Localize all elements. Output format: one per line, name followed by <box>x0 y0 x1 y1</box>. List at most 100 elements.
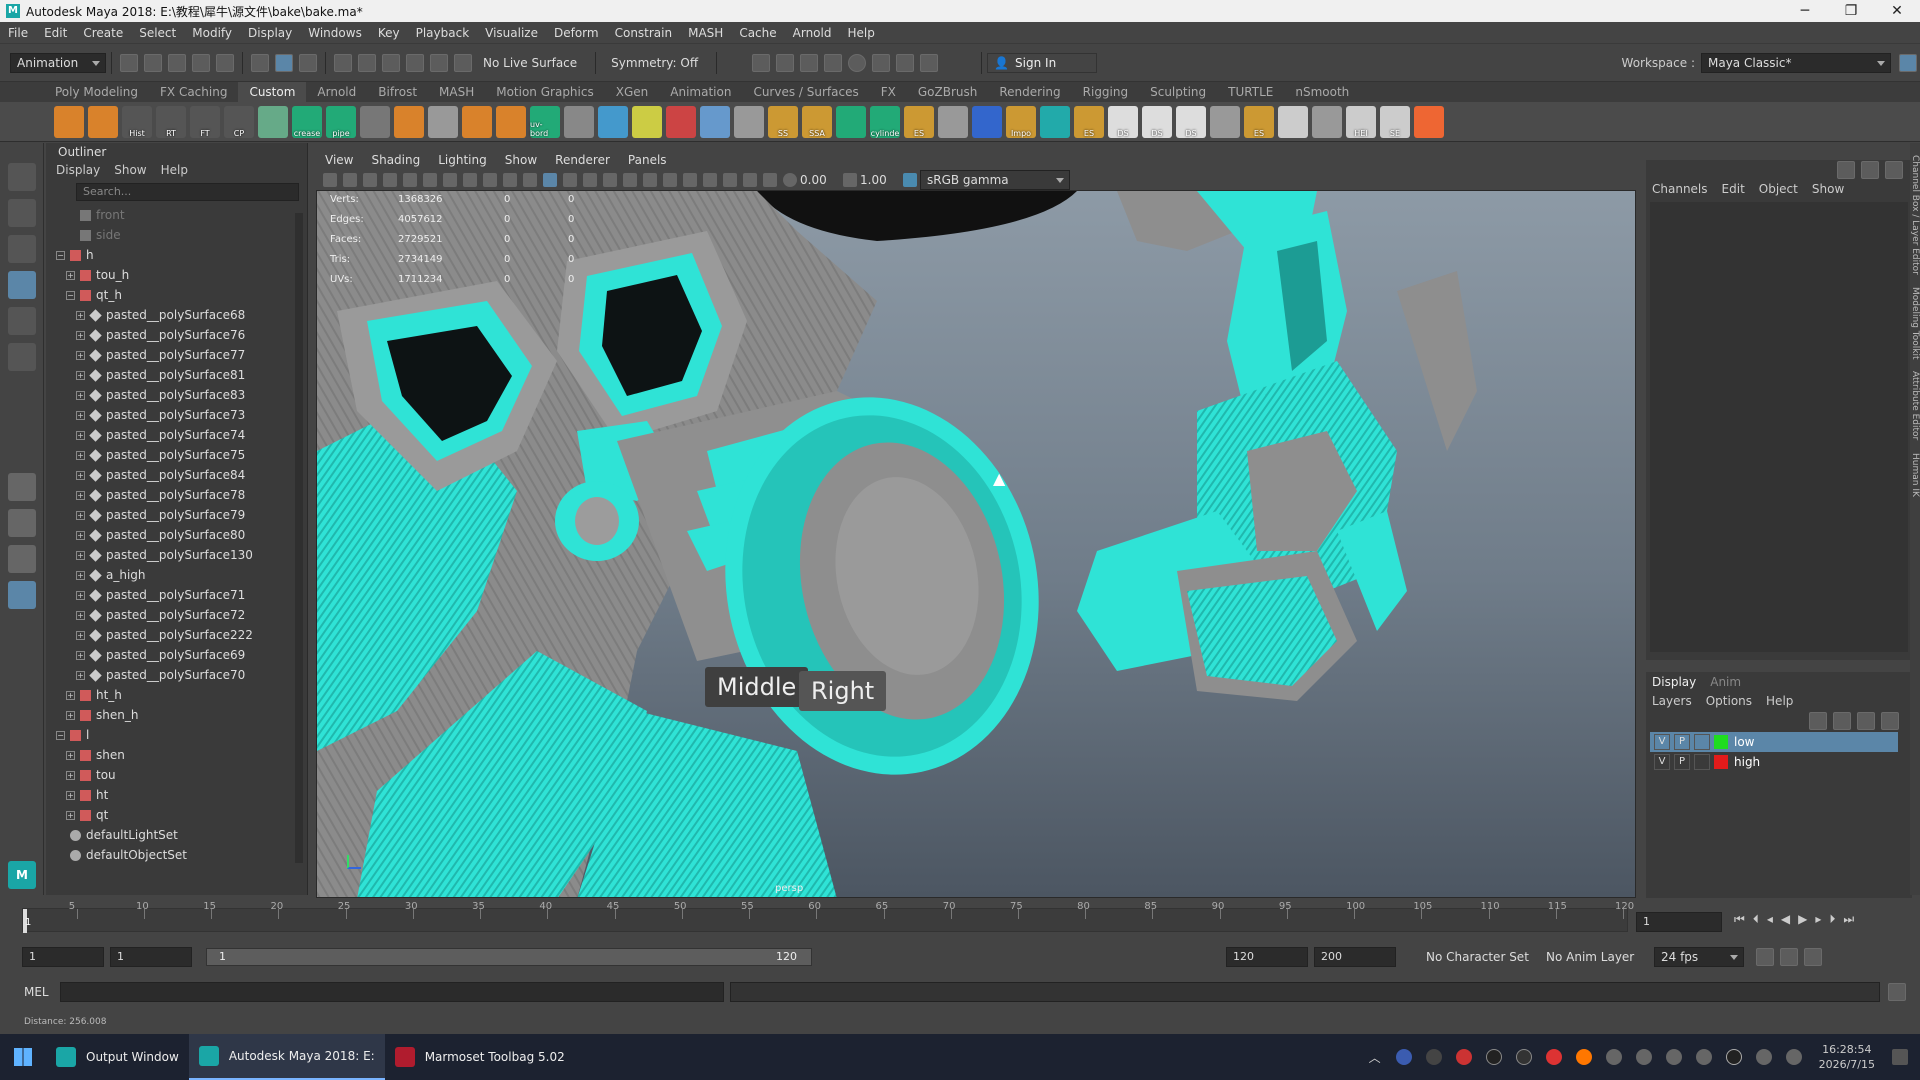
hypershade-icon[interactable] <box>824 53 843 72</box>
menu-key[interactable]: Key <box>370 22 408 44</box>
shelf-tab-arnold[interactable]: Arnold <box>306 82 367 102</box>
xray-icon[interactable] <box>723 173 737 187</box>
shelf-icon-tool-12[interactable] <box>462 105 492 138</box>
render-icon[interactable] <box>752 53 771 72</box>
light-editor-icon[interactable] <box>896 53 915 72</box>
render-view-icon[interactable] <box>848 53 867 72</box>
shelf-tab-fx-caching[interactable]: FX Caching <box>149 82 238 102</box>
layer-visibility-toggle[interactable]: V <box>1654 754 1670 770</box>
exposure-value[interactable]: 0.00 <box>800 173 840 187</box>
expand-toggle-icon[interactable]: + <box>66 271 75 280</box>
menu-edit[interactable]: Edit <box>36 22 75 44</box>
new-layer-selected-icon[interactable] <box>1881 712 1899 730</box>
shelf-icon-tool-15[interactable] <box>564 105 594 138</box>
expand-toggle-icon[interactable]: + <box>66 811 75 820</box>
outliner-item-pasted-polysurface72[interactable]: + pasted__polySurface72 <box>46 605 307 625</box>
shadows-icon[interactable] <box>623 173 637 187</box>
select-object-icon[interactable] <box>275 53 293 72</box>
auto-key-icon[interactable] <box>1780 948 1798 966</box>
isolate-select-icon[interactable] <box>703 173 717 187</box>
shelf-icon-ssa[interactable]: SSA <box>802 105 832 138</box>
expand-toggle-icon[interactable]: + <box>76 591 85 600</box>
volume-icon[interactable] <box>1605 1049 1622 1065</box>
close-button[interactable]: ✕ <box>1874 0 1920 22</box>
expand-toggle-icon[interactable]: + <box>76 311 85 320</box>
color-management-icon[interactable] <box>903 173 917 187</box>
windows-start-button[interactable] <box>0 1034 46 1080</box>
shelf-icon-hei[interactable]: HEI <box>1346 105 1376 138</box>
menu-visualize[interactable]: Visualize <box>477 22 546 44</box>
time-slider-track[interactable]: 5 10 15 20 25 30 35 40 45 50 55 60 65 70 75 80 85 90 95 100… <box>22 901 1634 933</box>
step-back-icon[interactable]: ◂ <box>1767 912 1773 927</box>
snap-grid-icon[interactable] <box>334 53 352 72</box>
outliner-layout-icon[interactable] <box>8 581 36 609</box>
scale-tool-icon[interactable] <box>8 343 36 371</box>
outliner-item-shen-h[interactable]: + shen_h <box>46 705 307 725</box>
pause-icon[interactable] <box>920 53 939 72</box>
shelf-icon-pipe[interactable]: pipe <box>326 105 356 138</box>
expand-toggle-icon[interactable]: + <box>76 351 85 360</box>
image-plane-icon[interactable] <box>383 173 397 187</box>
maximize-button[interactable]: ❐ <box>1828 0 1874 22</box>
wireframe-icon[interactable] <box>523 173 537 187</box>
outliner-item-shen[interactable]: + shen <box>46 745 307 765</box>
play-backward-icon[interactable]: ◀ <box>1781 912 1790 927</box>
outliner-item-pasted-polysurface69[interactable]: + pasted__polySurface69 <box>46 645 307 665</box>
outliner-item-pasted-polysurface68[interactable]: + pasted__polySurface68 <box>46 305 307 325</box>
side-tab-attribute-editor[interactable]: Attribute Editor <box>1910 371 1920 440</box>
go-to-end-icon[interactable]: ⏭ <box>1843 912 1854 927</box>
taskbar-item-autodesk-maya-2018-e-[interactable]: Autodesk Maya 2018: E: <box>188 1034 385 1080</box>
layer-row-high[interactable]: V Phigh <box>1650 752 1898 772</box>
shelf-icon-ds[interactable]: DS <box>1142 105 1172 138</box>
menu-select[interactable]: Select <box>131 22 184 44</box>
menu-help[interactable]: Help <box>839 22 882 44</box>
outliner-item-pasted-polysurface73[interactable]: + pasted__polySurface73 <box>46 405 307 425</box>
expand-toggle-icon[interactable]: + <box>76 471 85 480</box>
menu-arnold[interactable]: Arnold <box>785 22 840 44</box>
menu-cache[interactable]: Cache <box>731 22 784 44</box>
outliner-item-front[interactable]: front <box>46 205 307 225</box>
tray-app-icon-3[interactable] <box>1455 1049 1472 1065</box>
expand-toggle-icon[interactable]: + <box>76 451 85 460</box>
step-forward-key-icon[interactable]: ⏵ <box>1829 912 1835 927</box>
shelf-icon-se[interactable]: SE <box>1380 105 1410 138</box>
shelf-icon-rt[interactable]: RT <box>156 105 186 138</box>
layer-visibility-toggle[interactable]: V <box>1654 734 1670 750</box>
network-icon[interactable] <box>1665 1049 1682 1065</box>
wireframe-on-shaded-icon[interactable] <box>563 173 577 187</box>
shelf-tab-animation[interactable]: Animation <box>659 82 742 102</box>
outliner-item-pasted-polysurface77[interactable]: + pasted__polySurface77 <box>46 345 307 365</box>
shelf-icon-ft[interactable]: FT <box>190 105 220 138</box>
expand-toggle-icon[interactable]: + <box>76 611 85 620</box>
paint-select-icon[interactable] <box>8 235 36 263</box>
anim-layer-dropdown[interactable]: No Anim Layer <box>1546 950 1654 964</box>
outliner-search-input[interactable]: Search... <box>76 183 299 201</box>
menu-modify[interactable]: Modify <box>184 22 240 44</box>
menu-deform[interactable]: Deform <box>546 22 607 44</box>
close-circle-icon[interactable] <box>1725 1049 1742 1065</box>
outliner-item-ht-h[interactable]: + ht_h <box>46 685 307 705</box>
shelf-icon-tool-9[interactable] <box>360 105 390 138</box>
taskbar-item-output-window[interactable]: Output Window <box>46 1034 189 1080</box>
step-forward-icon[interactable]: ▸ <box>1815 912 1821 927</box>
workspace-dropdown[interactable]: Maya Classic* <box>1701 52 1891 73</box>
snap-curve-icon[interactable] <box>358 53 376 72</box>
outliner-item-pasted-polysurface83[interactable]: + pasted__polySurface83 <box>46 385 307 405</box>
outliner-item-side[interactable]: side <box>46 225 307 245</box>
outliner-item-tou[interactable]: + tou <box>46 765 307 785</box>
undo-icon[interactable] <box>192 53 210 72</box>
shelf-icon-tool-13[interactable] <box>496 105 526 138</box>
shelf-tab-sculpting[interactable]: Sculpting <box>1139 82 1217 102</box>
move-layer-down-icon[interactable] <box>1833 712 1851 730</box>
shelf-icon-tool-0[interactable] <box>54 105 84 138</box>
play-forward-icon[interactable]: ▶ <box>1798 912 1807 927</box>
outliner-item-defaultobjectset[interactable]: defaultObjectSet <box>46 845 307 865</box>
expand-toggle-icon[interactable]: + <box>76 651 85 660</box>
shelf-icon-tool-6[interactable] <box>258 105 288 138</box>
arnold-render-icon[interactable] <box>872 53 891 72</box>
lock-workspace-icon[interactable] <box>1899 53 1917 72</box>
viewport-menu-lighting[interactable]: Lighting <box>429 153 496 167</box>
shelf-icon-ds[interactable]: DS <box>1176 105 1206 138</box>
outliner-item-pasted-polysurface78[interactable]: + pasted__polySurface78 <box>46 485 307 505</box>
smooth-shade-icon[interactable] <box>543 173 557 187</box>
